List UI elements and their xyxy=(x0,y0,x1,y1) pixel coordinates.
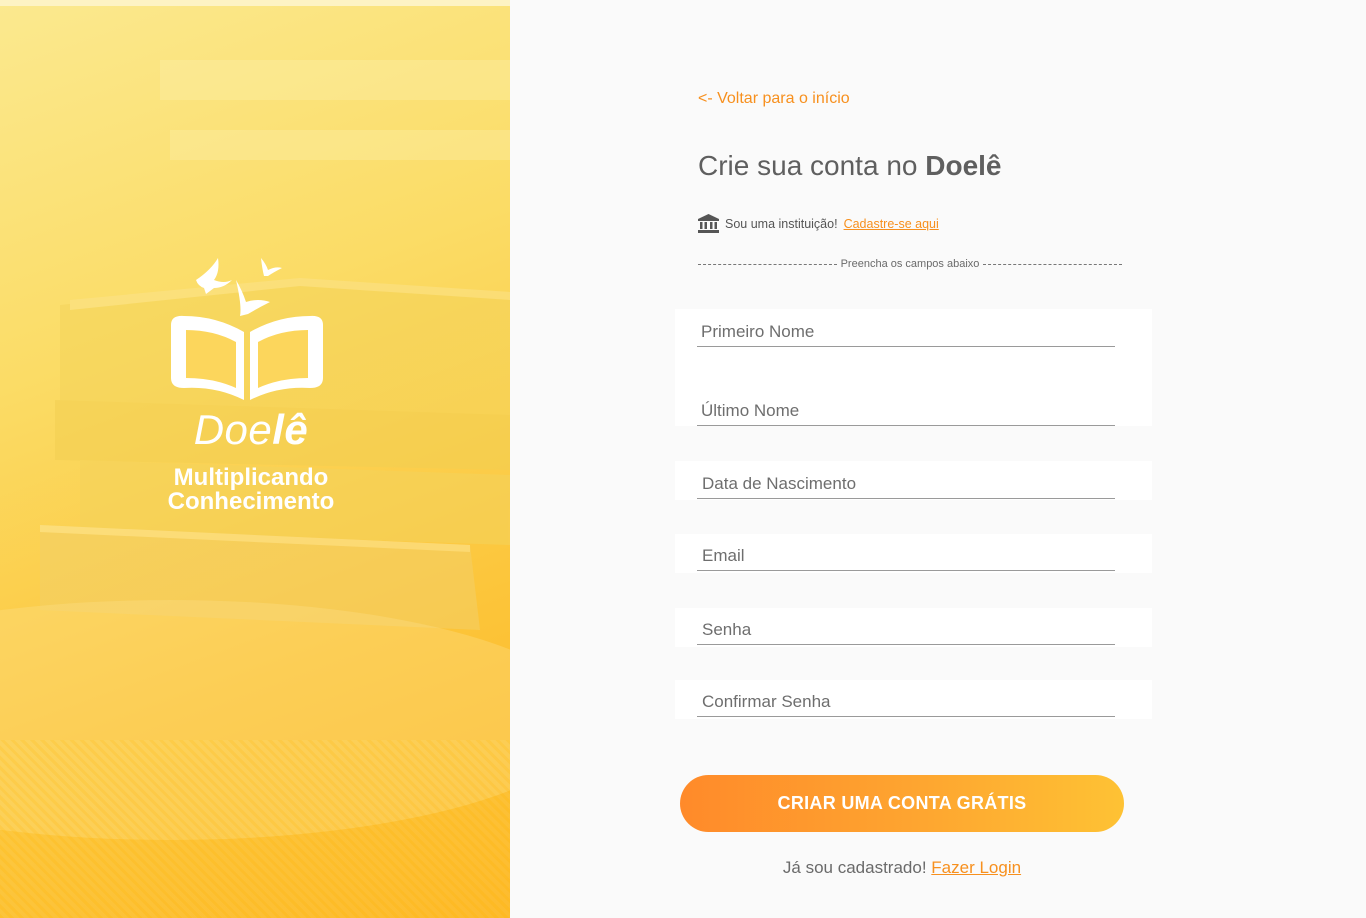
divider-label: Preencha os campos abaixo xyxy=(840,258,980,270)
brand-block: Doelê Multiplicando Conhecimento xyxy=(0,250,502,514)
divider-line-left xyxy=(698,263,837,265)
book-birds-logo-icon xyxy=(171,258,323,400)
page-title: Crie sua conta no Doelê xyxy=(698,150,1002,182)
login-link[interactable]: Fazer Login xyxy=(931,858,1021,877)
email-field[interactable] xyxy=(697,541,1115,571)
last-name-field[interactable] xyxy=(697,396,1115,426)
birth-date-field[interactable] xyxy=(697,469,1115,499)
tagline-line-1: Multiplicando xyxy=(173,464,329,491)
password-input[interactable] xyxy=(697,615,1115,644)
confirm-password-input[interactable] xyxy=(697,687,1115,716)
institution-signup-link[interactable]: Cadastre-se aqui xyxy=(844,217,939,231)
institution-row: Sou uma instituição! Cadastre-se aqui xyxy=(698,214,939,233)
last-name-input[interactable] xyxy=(697,396,1115,425)
email-input[interactable] xyxy=(697,541,1115,570)
brand-name-light: Doe xyxy=(193,406,273,453)
hero-panel: Doelê Multiplicando Conhecimento xyxy=(0,0,510,918)
back-to-home-link[interactable]: <- Voltar para o início xyxy=(698,90,850,108)
page-title-prefix: Crie sua conta no xyxy=(698,150,926,181)
brand-name-bold: lê xyxy=(272,406,309,453)
bank-icon xyxy=(698,214,719,233)
login-text: Já sou cadastrado! xyxy=(782,858,927,877)
create-account-button[interactable]: CRIAR UMA CONTA GRÁTIS xyxy=(680,775,1124,832)
birth-date-input[interactable] xyxy=(697,469,1115,498)
brand-name: Doelê xyxy=(0,406,502,454)
login-row: Já sou cadastrado! Fazer Login xyxy=(680,858,1124,878)
page-title-brand: Doelê xyxy=(925,150,1002,181)
institution-text: Sou uma instituição! xyxy=(725,216,838,231)
confirm-password-field[interactable] xyxy=(697,687,1115,717)
tagline-line-2: Conhecimento xyxy=(167,488,335,515)
hero-floor-texture xyxy=(0,740,510,918)
form-divider: Preencha os campos abaixo xyxy=(698,258,1122,270)
first-name-field[interactable] xyxy=(697,317,1115,347)
password-field[interactable] xyxy=(697,615,1115,645)
first-name-input[interactable] xyxy=(697,317,1115,346)
divider-line-right xyxy=(983,263,1122,265)
brand-tagline: Multiplicando Conhecimento xyxy=(0,466,502,514)
